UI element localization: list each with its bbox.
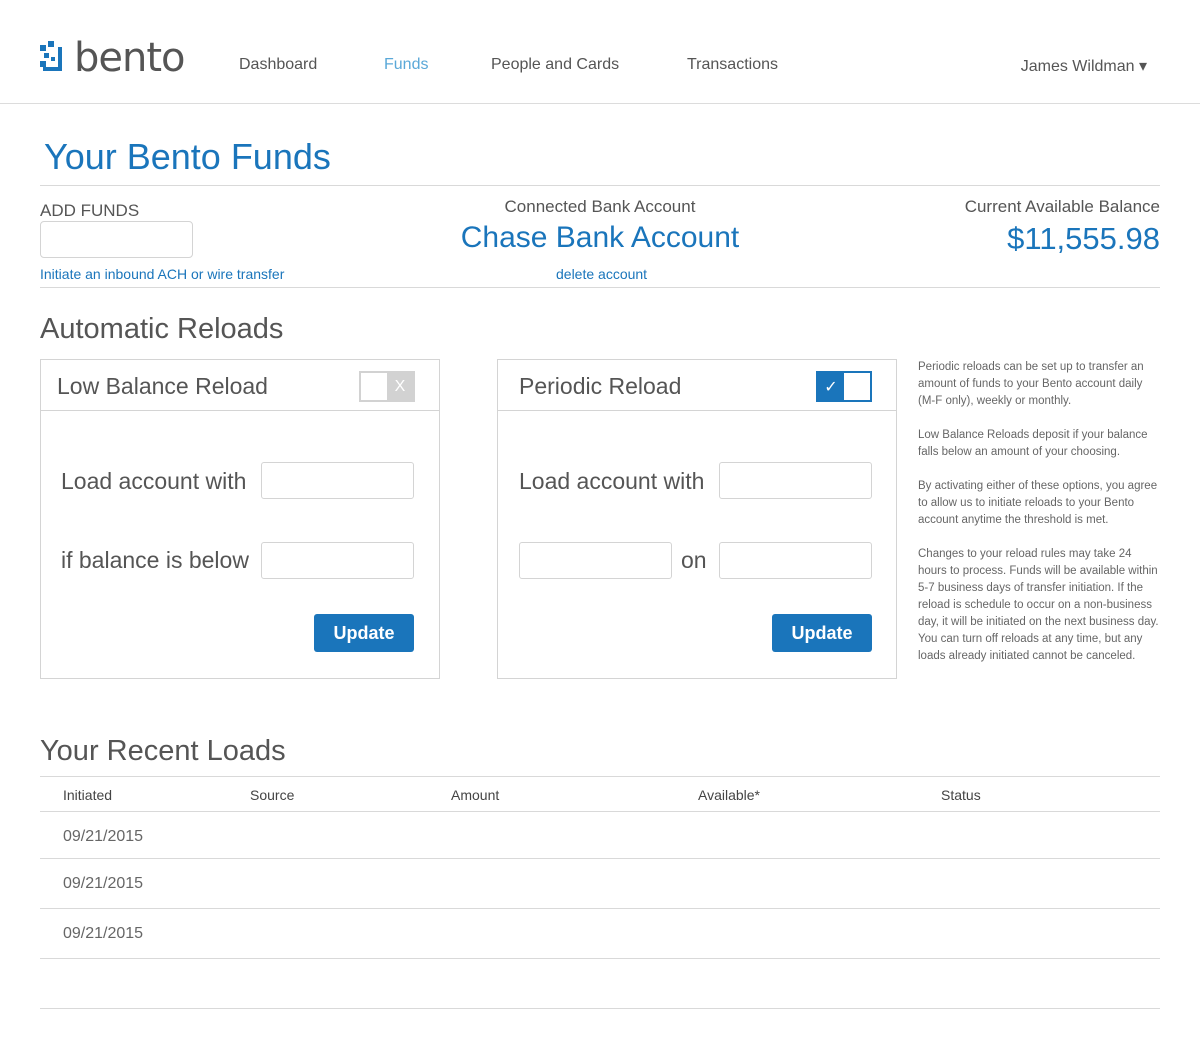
connected-bank-label: Connected Bank Account bbox=[504, 197, 696, 216]
low-balance-toggle[interactable]: X bbox=[359, 371, 415, 402]
column-header-source[interactable]: Source bbox=[250, 787, 294, 803]
divider bbox=[40, 858, 1160, 859]
panel-title: Low Balance Reload bbox=[57, 373, 268, 399]
divider bbox=[40, 776, 1160, 777]
bento-logo[interactable]: bento bbox=[40, 35, 186, 81]
column-header-status[interactable]: Status bbox=[941, 787, 981, 803]
logo-text: bento bbox=[74, 35, 186, 81]
divider bbox=[40, 908, 1160, 909]
bento-logo-icon bbox=[40, 41, 72, 75]
divider bbox=[40, 185, 1160, 186]
initiated-date: 09/21/2015 bbox=[63, 925, 144, 942]
nav-dashboard[interactable]: Dashboard bbox=[239, 56, 317, 74]
initiated-date: 09/21/2015 bbox=[63, 875, 144, 892]
recent-loads-title: Your Recent Loads bbox=[40, 735, 286, 767]
info-paragraph: Low Balance Reloads deposit if your bala… bbox=[918, 429, 1148, 458]
divider bbox=[40, 811, 1160, 812]
periodic-frequency-input[interactable] bbox=[519, 542, 672, 579]
reload-info-text: Periodic reloads can be set up to transf… bbox=[918, 359, 1162, 682]
low-balance-update-button[interactable]: Update bbox=[314, 614, 414, 652]
panel-header: Low Balance Reload X bbox=[41, 360, 439, 411]
nav-funds[interactable]: Funds bbox=[384, 56, 428, 74]
add-funds-input[interactable] bbox=[40, 221, 193, 258]
periodic-load-amount-input[interactable] bbox=[719, 462, 872, 499]
user-menu[interactable]: James Wildman ▾ bbox=[1021, 56, 1147, 76]
divider bbox=[40, 287, 1160, 288]
ach-transfer-link[interactable]: Initiate an inbound ACH or wire transfer bbox=[40, 266, 284, 282]
balance-label: Current Available Balance bbox=[964, 197, 1160, 216]
column-header-available[interactable]: Available* bbox=[698, 787, 760, 803]
add-funds-label: ADD FUNDS bbox=[40, 201, 140, 220]
periodic-reload-panel: Periodic Reload ✓ Load account with on U… bbox=[497, 359, 897, 679]
periodic-toggle[interactable]: ✓ bbox=[816, 371, 872, 402]
initiated-date: 09/21/2015 bbox=[63, 828, 144, 845]
info-paragraph: By activating either of these options, y… bbox=[918, 480, 1158, 526]
info-paragraph: Changes to your reload rules may take 24… bbox=[918, 548, 1159, 662]
load-amount-label: Load account with bbox=[61, 468, 247, 494]
delete-account-link[interactable]: delete account bbox=[556, 266, 647, 282]
nav-transactions[interactable]: Transactions bbox=[687, 56, 778, 74]
checkmark-icon: ✓ bbox=[818, 373, 844, 400]
load-amount-label: Load account with bbox=[519, 468, 705, 494]
low-balance-load-amount-input[interactable] bbox=[261, 462, 414, 499]
bank-account-name: Chase Bank Account bbox=[460, 221, 740, 254]
divider bbox=[40, 1008, 1160, 1009]
low-balance-reload-panel: Low Balance Reload X Load account with i… bbox=[40, 359, 440, 679]
column-header-amount[interactable]: Amount bbox=[451, 787, 499, 803]
threshold-label: if balance is below bbox=[61, 547, 249, 573]
column-header-initiated[interactable]: Initiated bbox=[63, 787, 112, 803]
on-label: on bbox=[681, 547, 707, 573]
automatic-reloads-title: Automatic Reloads bbox=[40, 313, 284, 345]
periodic-date-input[interactable] bbox=[719, 542, 872, 579]
top-header: bento Dashboard Funds People and Cards T… bbox=[0, 0, 1200, 104]
periodic-update-button[interactable]: Update bbox=[772, 614, 872, 652]
panel-title: Periodic Reload bbox=[519, 373, 682, 399]
page-title: Your Bento Funds bbox=[44, 136, 331, 177]
balance-value: $11,555.98 bbox=[1007, 221, 1160, 256]
close-icon: X bbox=[387, 373, 413, 400]
low-balance-threshold-input[interactable] bbox=[261, 542, 414, 579]
info-paragraph: Periodic reloads can be set up to transf… bbox=[918, 361, 1144, 407]
nav-people-and-cards[interactable]: People and Cards bbox=[491, 56, 619, 74]
panel-header: Periodic Reload ✓ bbox=[498, 360, 896, 411]
divider bbox=[40, 958, 1160, 959]
